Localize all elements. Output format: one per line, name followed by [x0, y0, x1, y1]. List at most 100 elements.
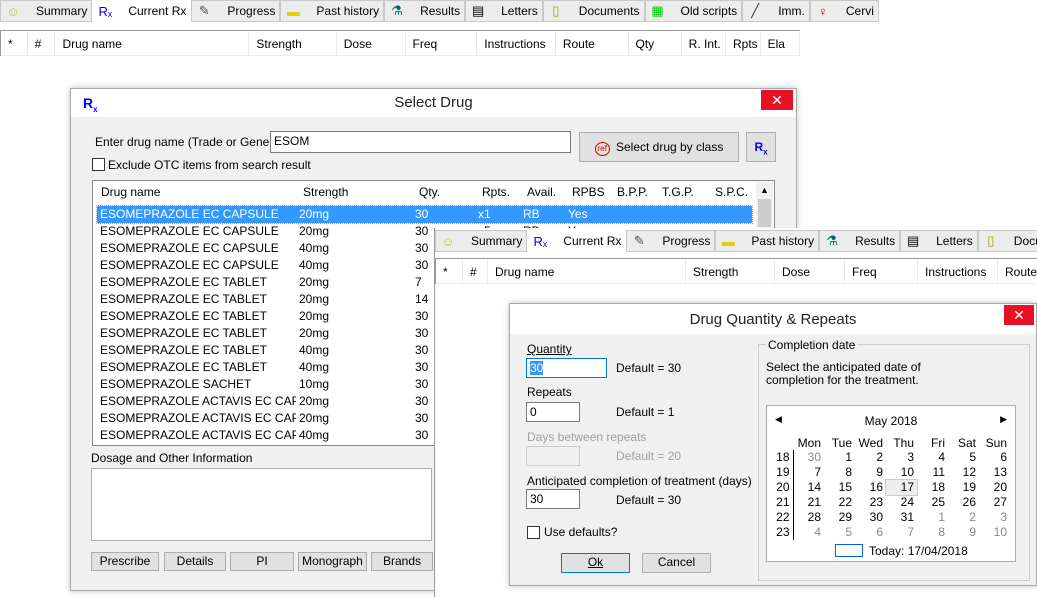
dosage-textarea[interactable]	[91, 468, 432, 541]
column-header[interactable]: Qty	[628, 31, 682, 56]
calendar-day[interactable]: 6	[979, 450, 1010, 465]
calendar-day[interactable]: 27	[979, 495, 1010, 510]
column-header[interactable]: Qty.	[419, 184, 440, 201]
next-month-icon[interactable]: ▶	[1000, 414, 1007, 425]
calendar-day[interactable]: 23	[855, 495, 886, 510]
column-header[interactable]: #	[27, 31, 56, 56]
brands-button[interactable]: Brands	[371, 552, 433, 571]
column-header[interactable]: Freq	[845, 259, 918, 284]
rx-button[interactable]: Rx	[746, 132, 776, 162]
calendar-day[interactable]: 26	[948, 495, 979, 510]
exclude-otc-checkbox[interactable]	[92, 158, 105, 171]
column-header[interactable]: Freq	[405, 31, 478, 56]
tab-progress[interactable]: ✎ Progress	[191, 0, 281, 22]
monograph-button[interactable]: Monograph	[298, 552, 367, 571]
column-header[interactable]: Rpts.	[482, 184, 510, 201]
column-header[interactable]: Drug name	[488, 259, 686, 284]
column-header[interactable]: Route	[555, 31, 629, 56]
column-header[interactable]: Drug name	[55, 31, 250, 56]
cancel-button[interactable]: Cancel	[642, 553, 711, 573]
drug-row[interactable]: ESOMEPRAZOLE EC CAPSULE 20mg 30 x1 RB Yes	[96, 205, 753, 224]
tab-documents[interactable]: ▯Documents	[977, 230, 1037, 252]
calendar-day[interactable]: 31	[886, 510, 917, 525]
tab-summary[interactable]: ☺ Summary	[0, 0, 93, 22]
calendar-day[interactable]: 4	[917, 450, 948, 465]
column-header[interactable]: Instructions	[918, 259, 998, 284]
calendar-day[interactable]: 17	[885, 479, 918, 496]
calendar-day[interactable]: 30	[793, 450, 824, 465]
calendar-day[interactable]: 11	[917, 465, 948, 480]
column-header[interactable]: Strength	[686, 259, 775, 284]
tab-past-history[interactable]: ▬ Past history	[715, 230, 820, 252]
column-header[interactable]: *	[1, 31, 28, 56]
tab-current-rx[interactable]: Rₓ Current Rx	[527, 230, 627, 252]
calendar-day[interactable]: 7	[886, 525, 917, 540]
calendar-day[interactable]: 19	[948, 480, 979, 495]
calendar-day[interactable]: 24	[886, 495, 917, 510]
quantity-input[interactable]: 30	[526, 358, 607, 378]
drug-name-input[interactable]: ESOM	[270, 131, 571, 153]
calendar-month[interactable]: May 2018	[767, 414, 1015, 428]
calendar-day[interactable]: 16	[855, 480, 886, 495]
calendar-day[interactable]: 25	[917, 495, 948, 510]
column-header[interactable]: Drug name	[101, 184, 160, 201]
calendar-day[interactable]: 13	[979, 465, 1010, 480]
calendar-day[interactable]: 12	[948, 465, 979, 480]
calendar-day[interactable]: 22	[824, 495, 855, 510]
tab-results[interactable]: ⚗ Results	[819, 230, 901, 252]
calendar-day[interactable]: 9	[948, 525, 979, 540]
ok-button[interactable]: Ok	[561, 553, 630, 573]
today-label[interactable]: Today: 17/04/2018	[869, 544, 968, 558]
column-header[interactable]: #	[463, 259, 488, 284]
calendar-day[interactable]: 1	[917, 510, 948, 525]
calendar-day[interactable]: 9	[855, 465, 886, 480]
calendar-day[interactable]: 5	[948, 450, 979, 465]
calendar-day[interactable]: 30	[855, 510, 886, 525]
tab-progress[interactable]: ✎ Progress	[626, 230, 716, 252]
calendar-day[interactable]: 2	[855, 450, 886, 465]
calendar-day[interactable]: 10	[886, 465, 917, 480]
column-header[interactable]: Ela	[760, 31, 801, 56]
column-header[interactable]: B.P.P.	[617, 184, 648, 201]
close-button[interactable]: ✕	[1004, 305, 1034, 325]
column-header[interactable]: Route	[998, 259, 1037, 284]
calendar-day[interactable]: 1	[824, 450, 855, 465]
tab-summary[interactable]: ☺ Summary	[435, 230, 528, 252]
column-header[interactable]: Avail.	[527, 184, 556, 201]
column-header[interactable]: Instructions	[477, 31, 556, 56]
calendar-day[interactable]: 3	[886, 450, 917, 465]
calendar-day[interactable]: 28	[793, 510, 824, 525]
calendar-day[interactable]: 20	[979, 480, 1010, 495]
tab-current-rx[interactable]: Rₓ Current Rx	[92, 0, 192, 22]
scroll-thumb[interactable]	[758, 199, 771, 227]
calendar-day[interactable]: 4	[793, 525, 824, 540]
column-header[interactable]: RPBS	[572, 184, 605, 201]
close-button[interactable]: ✕	[761, 90, 793, 110]
tab-letters[interactable]: ▤ Letters	[465, 0, 543, 22]
tab-old-scripts[interactable]: ▦ Old scripts	[644, 0, 743, 22]
pi-button[interactable]: PI	[230, 552, 294, 571]
tab-imm[interactable]: ╱ Imm.	[742, 0, 810, 22]
calendar-day[interactable]: 2	[948, 510, 979, 525]
scroll-up-icon[interactable]: ▲	[756, 182, 773, 199]
calendar-day[interactable]: 6	[855, 525, 886, 540]
details-button[interactable]: Details	[164, 552, 226, 571]
today-marker[interactable]	[835, 544, 863, 557]
calendar-day[interactable]: 10	[979, 525, 1010, 540]
calendar-day[interactable]: 5	[824, 525, 855, 540]
calendar-day[interactable]: 8	[824, 465, 855, 480]
column-header[interactable]: *	[436, 259, 463, 284]
calendar-day[interactable]: 3	[979, 510, 1010, 525]
column-header[interactable]: Strength	[249, 31, 337, 56]
calendar-day[interactable]: 7	[793, 465, 824, 480]
column-header[interactable]: Dose	[336, 31, 406, 56]
column-header[interactable]: Dose	[775, 259, 845, 284]
tab-results[interactable]: ⚗ Results	[384, 0, 466, 22]
column-header[interactable]: T.G.P.	[662, 184, 694, 201]
calendar-day[interactable]: 21	[793, 495, 824, 510]
calendar-day[interactable]: 15	[824, 480, 855, 495]
column-header[interactable]: S.P.C.	[715, 184, 748, 201]
column-header[interactable]: Rpts	[726, 31, 761, 56]
completion-input[interactable]: 30	[526, 489, 580, 509]
tab-documents[interactable]: ▯Documents	[542, 0, 645, 22]
